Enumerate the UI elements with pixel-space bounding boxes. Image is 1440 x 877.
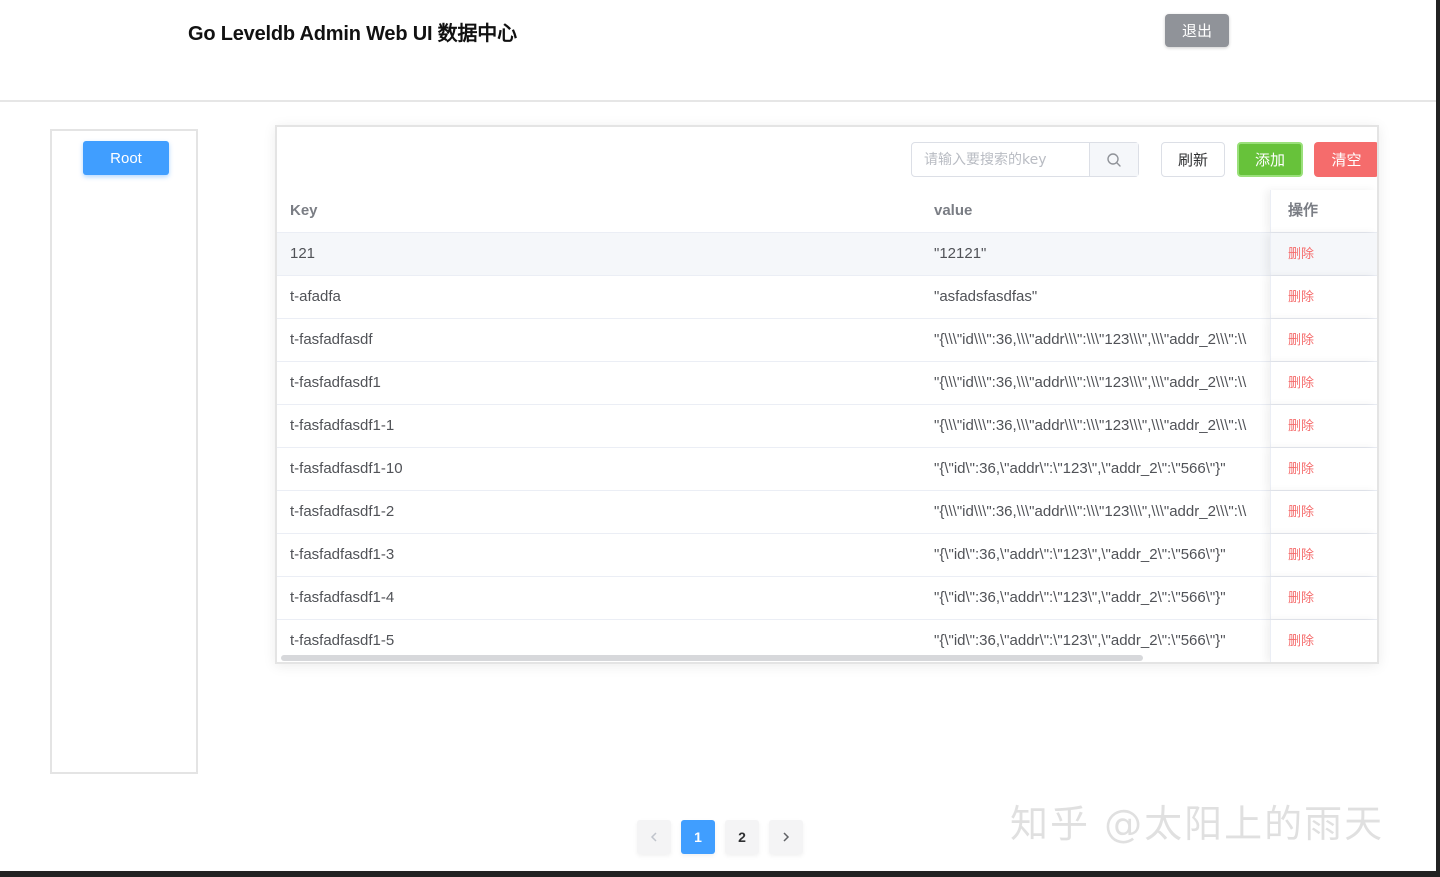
table-row: t-fasfadfasdf1-10 "{\"id\":36,\"addr\":\"… — [277, 448, 1377, 491]
row-key: 121 — [290, 245, 316, 262]
delete-link[interactable]: 删除 — [1288, 634, 1314, 649]
data-panel: 刷新 添加 清空 Key value 操作 121"12121"删除t-afad… — [275, 125, 1379, 664]
row-key: t-fasfadfasdf1-4 — [290, 589, 395, 606]
row-actions: 删除 — [1270, 448, 1377, 490]
page-button-2[interactable]: 2 — [725, 820, 759, 854]
data-table: Key value 操作 121 "12121" 删除 t-afadfa "asfads… — [277, 190, 1377, 662]
column-header-actions: 操作 — [1270, 190, 1377, 232]
row-value: "asfadsfasdfas" — [934, 288, 1038, 305]
row-value: "{\"id\":36,\"addr\":\"123\",\"addr_2\":… — [934, 460, 1226, 477]
row-key: t-fasfadfasdf1-2 — [290, 503, 395, 520]
row-value: "{\\\"id\\\":36,\\\"addr\\\":\\\"123\\\"… — [934, 374, 1247, 391]
row-key: t-fasfadfasdf1-3 — [290, 546, 395, 563]
app-header: Go Leveldb Admin Web UI 数据中心 退出 — [0, 0, 1440, 102]
row-actions: 删除 — [1270, 534, 1377, 576]
table-row: t-fasfadfasdf1 "{\\\"id\\\":36,\\\"addr\\… — [277, 362, 1377, 405]
window-bottom-border — [0, 871, 1440, 877]
row-actions: 删除 — [1270, 362, 1377, 404]
window-right-border — [1436, 0, 1440, 877]
delete-link[interactable]: 删除 — [1288, 505, 1314, 520]
delete-link[interactable]: 删除 — [1288, 548, 1314, 563]
row-value: "{\\\"id\\\":36,\\\"addr\\\":\\\"123\\\"… — [934, 417, 1247, 434]
next-page-button[interactable] — [769, 820, 803, 854]
search-icon — [1107, 152, 1121, 167]
table-row: t-fasfadfasdf1-1 "{\\\"id\\\":36,\\\"addr… — [277, 405, 1377, 448]
root-button[interactable]: Root — [83, 141, 169, 175]
pagination: 1 2 — [637, 820, 803, 854]
chevron-right-icon — [783, 832, 790, 842]
page-button-1[interactable]: 1 — [681, 820, 715, 854]
row-value: "{\\\"id\\\":36,\\\"addr\\\":\\\"123\\\"… — [934, 331, 1247, 348]
row-key: t-fasfadfasdf1-1 — [290, 417, 395, 434]
delete-link[interactable]: 删除 — [1288, 247, 1314, 262]
watermark: 知乎 @太阳上的雨天 — [1010, 802, 1385, 846]
row-value: "{\"id\":36,\"addr\":\"123\",\"addr_2\":… — [934, 589, 1226, 606]
row-actions: 删除 — [1270, 620, 1377, 662]
row-actions: 删除 — [1270, 577, 1377, 619]
column-header-key: Key — [290, 202, 318, 219]
row-key: t-fasfadfasdf1-10 — [290, 460, 403, 477]
row-key: t-fasfadfasdf — [290, 331, 373, 348]
delete-link[interactable]: 删除 — [1288, 462, 1314, 477]
app-title: Go Leveldb Admin Web UI 数据中心 — [188, 23, 517, 45]
row-actions: 删除 — [1270, 491, 1377, 533]
row-actions: 删除 — [1270, 233, 1377, 275]
row-actions: 删除 — [1270, 319, 1377, 361]
chevron-left-icon — [650, 832, 657, 842]
delete-link[interactable]: 删除 — [1288, 591, 1314, 606]
horizontal-scrollbar[interactable] — [281, 655, 1143, 661]
row-value: "{\\\"id\\\":36,\\\"addr\\\":\\\"123\\\"… — [934, 503, 1247, 520]
table-header-row: Key value 操作 — [277, 190, 1377, 233]
search-input[interactable] — [912, 143, 1089, 176]
refresh-button[interactable]: 刷新 — [1161, 142, 1225, 177]
row-value: "{\"id\":36,\"addr\":\"123\",\"addr_2\":… — [934, 546, 1226, 563]
delete-link[interactable]: 删除 — [1288, 419, 1314, 434]
row-key: t-fasfadfasdf1 — [290, 374, 381, 391]
row-actions: 删除 — [1270, 405, 1377, 447]
delete-link[interactable]: 删除 — [1288, 290, 1314, 305]
prev-page-button[interactable] — [637, 820, 671, 854]
sidebar: Root — [50, 129, 198, 774]
table-row: t-fasfadfasdf1-3 "{\"id\":36,\"addr\":\"1… — [277, 534, 1377, 577]
table-row: 121 "12121" 删除 — [277, 233, 1377, 276]
table-row: t-fasfadfasdf1-2 "{\\\"id\\\":36,\\\"addr… — [277, 491, 1377, 534]
column-header-value: value — [934, 202, 973, 219]
row-value: "12121" — [934, 245, 987, 262]
search-box — [911, 142, 1139, 177]
row-actions: 删除 — [1270, 276, 1377, 318]
delete-link[interactable]: 删除 — [1288, 376, 1314, 391]
table-row: t-afadfa "asfadsfasdfas" 删除 — [277, 276, 1377, 319]
logout-button[interactable]: 退出 — [1165, 14, 1229, 47]
row-key: t-afadfa — [290, 288, 341, 305]
table-body: 121 "12121" 删除 t-afadfa "asfadsfasdfas" 删除 t-f… — [277, 233, 1377, 662]
delete-link[interactable]: 删除 — [1288, 333, 1314, 348]
table-row: t-fasfadfasdf1-4 "{\"id\":36,\"addr\":\"1… — [277, 577, 1377, 620]
add-button[interactable]: 添加 — [1237, 142, 1303, 177]
clear-button[interactable]: 清空 — [1314, 142, 1377, 177]
search-button[interactable] — [1089, 143, 1138, 176]
table-row: t-fasfadfasdf "{\\\"id\\\":36,\\\"addr\\\… — [277, 319, 1377, 362]
